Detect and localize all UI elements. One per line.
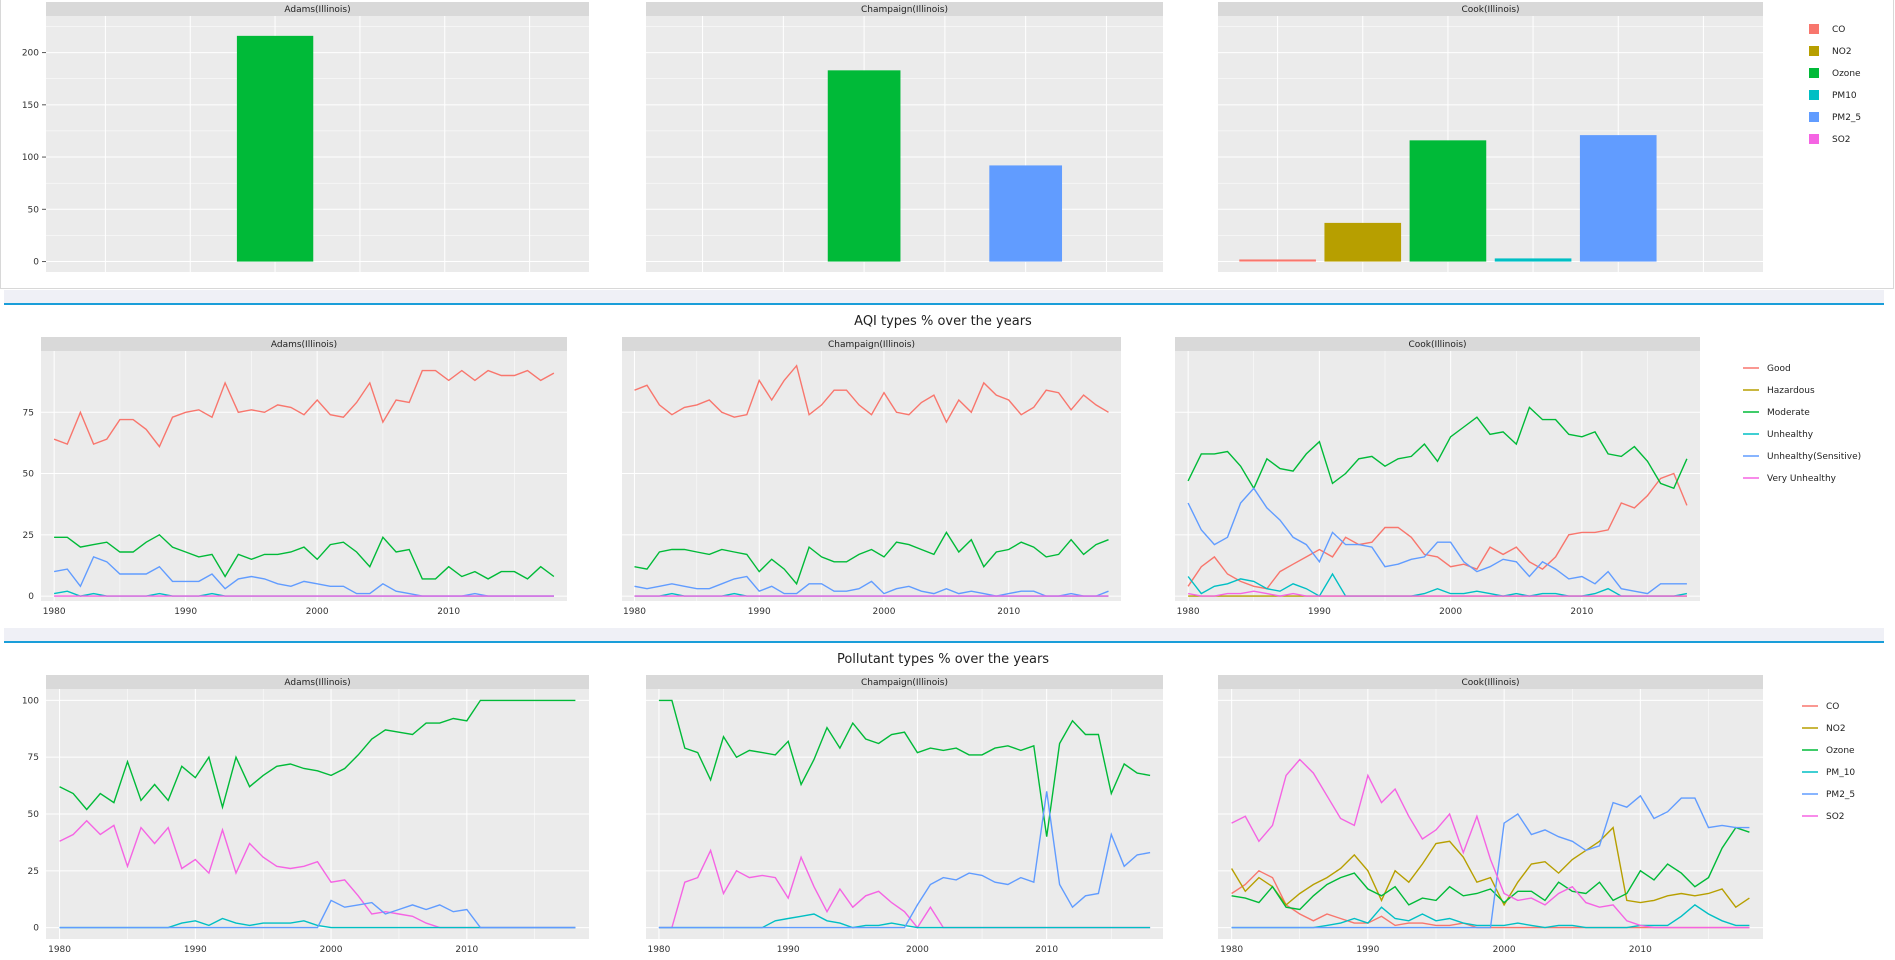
y-tick-label: 25 bbox=[28, 867, 39, 877]
legend-label-good: Good bbox=[1767, 364, 1791, 374]
legend-label-unhealthy-sensitive: Unhealthy(Sensitive) bbox=[1767, 452, 1861, 462]
pollutant-types-section: Pollutant types % over the years Adams(I… bbox=[0, 643, 1895, 956]
x-tick-label: 2000 bbox=[1439, 607, 1462, 617]
legend-label-pm2-5: PM2_5 bbox=[1826, 790, 1855, 800]
y-tick-label: 0 bbox=[33, 924, 39, 934]
facet-label: Adams(Illinois) bbox=[271, 340, 337, 350]
legend-label-so2: SO2 bbox=[1826, 812, 1845, 822]
x-tick-label: 2010 bbox=[1570, 607, 1593, 617]
facet-label: Cook(Illinois) bbox=[1408, 340, 1466, 350]
x-tick-label: 1990 bbox=[777, 945, 800, 955]
pollutant-bar-section: Adams(Illinois) 0 50 100 150 200 Champaign(Ill… bbox=[0, 0, 1895, 290]
x-tick-label: 1980 bbox=[1220, 945, 1243, 955]
x-tick-label: 2010 bbox=[1035, 945, 1058, 955]
section-divider bbox=[4, 628, 1884, 643]
legend-label-very-unhealthy: Very Unhealthy bbox=[1767, 474, 1837, 484]
y-tick-label: 75 bbox=[28, 753, 39, 763]
section-divider bbox=[4, 290, 1884, 305]
facet-label: Champaign(Illinois) bbox=[828, 340, 915, 350]
legend-label-moderate: Moderate bbox=[1767, 408, 1810, 418]
aqi-chart-title: AQI types % over the years bbox=[854, 314, 1032, 329]
legend-label-ozone: Ozone bbox=[1826, 746, 1855, 756]
y-tick-label: 0 bbox=[28, 592, 34, 602]
x-tick-label: 1980 bbox=[623, 607, 646, 617]
aqi-types-section: AQI types % over the years Adams(Illinoi… bbox=[0, 305, 1895, 627]
facet-label: Cook(Illinois) bbox=[1461, 678, 1519, 688]
facet-label: Champaign(Illinois) bbox=[861, 678, 948, 688]
x-tick-label: 2010 bbox=[1629, 945, 1652, 955]
legend-label-unhealthy: Unhealthy bbox=[1767, 430, 1814, 440]
y-tick-label: 100 bbox=[22, 696, 39, 706]
x-tick-label: 1980 bbox=[43, 607, 66, 617]
x-tick-label: 2010 bbox=[455, 945, 478, 955]
x-tick-label: 1980 bbox=[48, 945, 71, 955]
y-tick-label: 50 bbox=[23, 470, 35, 480]
x-tick-label: 1990 bbox=[1308, 607, 1331, 617]
facet-label: Adams(Illinois) bbox=[284, 678, 350, 688]
y-tick-label: 75 bbox=[23, 408, 34, 418]
x-tick-label: 1990 bbox=[748, 607, 771, 617]
legend-label-hazardous: Hazardous bbox=[1767, 386, 1815, 396]
legend-label-no2: NO2 bbox=[1826, 724, 1846, 734]
x-tick-label: 2000 bbox=[1493, 945, 1516, 955]
x-tick-label: 2000 bbox=[320, 945, 343, 955]
bar-section-frame bbox=[0, 0, 1894, 289]
x-tick-label: 1980 bbox=[1177, 607, 1200, 617]
x-tick-label: 1990 bbox=[174, 607, 197, 617]
x-tick-label: 2010 bbox=[997, 607, 1020, 617]
y-tick-label: 25 bbox=[23, 531, 34, 541]
aqi-types-line-chart: AQI types % over the years Adams(Illinoi… bbox=[23, 314, 1862, 617]
x-tick-label: 2000 bbox=[306, 607, 329, 617]
x-tick-label: 1980 bbox=[647, 945, 670, 955]
pollutant-types-line-chart: Pollutant types % over the years Adams(I… bbox=[22, 652, 1856, 955]
y-tick-label: 50 bbox=[28, 810, 40, 820]
legend-label-co: CO bbox=[1826, 702, 1839, 712]
x-tick-label: 1990 bbox=[1356, 945, 1379, 955]
pollutant-chart-title: Pollutant types % over the years bbox=[837, 652, 1049, 667]
legend-label-pm-10: PM_10 bbox=[1826, 768, 1855, 778]
x-tick-label: 2010 bbox=[437, 607, 460, 617]
x-tick-label: 2000 bbox=[873, 607, 896, 617]
x-tick-label: 2000 bbox=[906, 945, 929, 955]
x-tick-label: 1990 bbox=[184, 945, 207, 955]
